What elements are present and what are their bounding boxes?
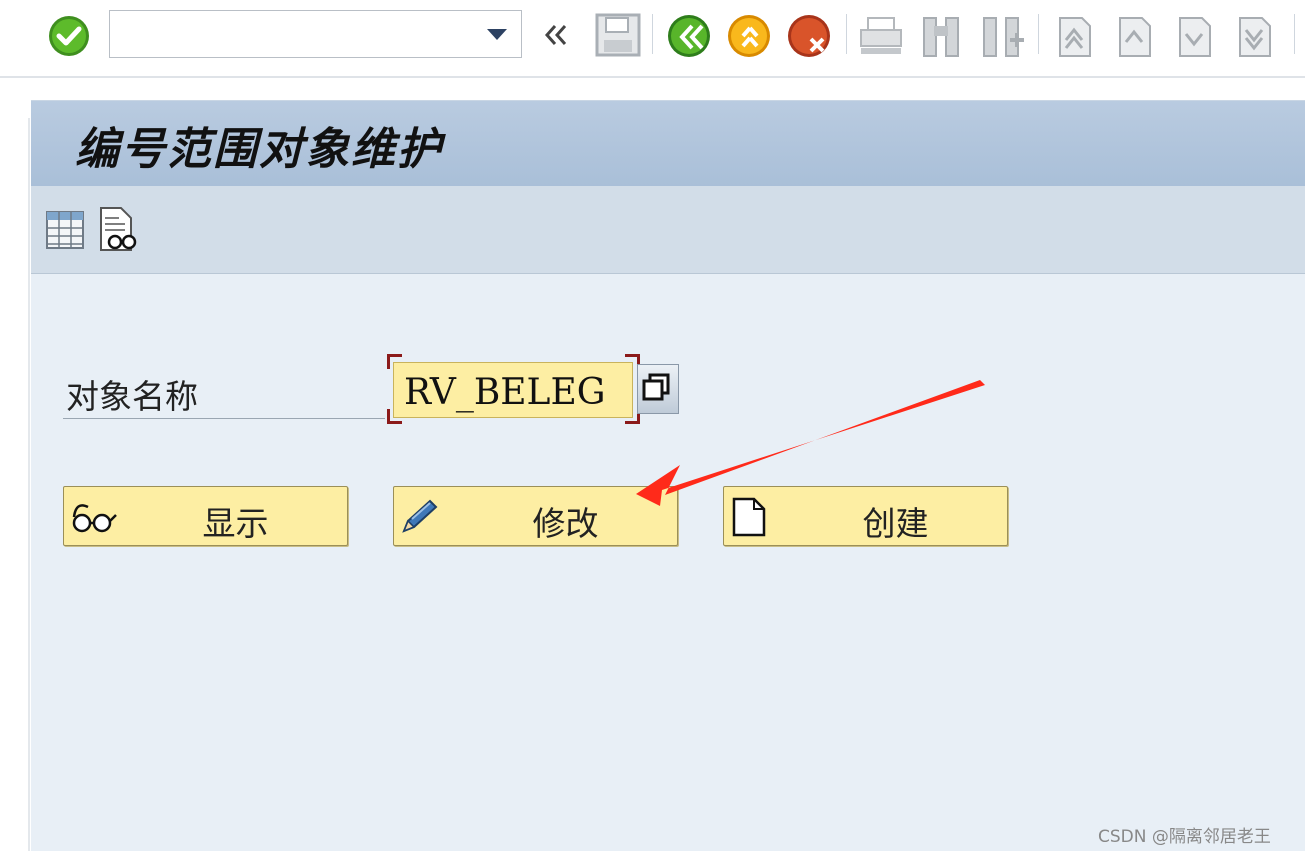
double-chevron-left-icon[interactable] (541, 20, 571, 54)
display-document-icon[interactable] (97, 206, 141, 256)
value-help-button[interactable] (637, 364, 679, 414)
create-button-label: 创建 (862, 504, 929, 543)
toolbar-separator (1294, 14, 1295, 54)
find-next-icon[interactable] (980, 14, 1026, 62)
object-name-field (387, 354, 640, 424)
command-input[interactable] (116, 17, 475, 53)
display-button-label: 显示 (202, 504, 269, 543)
object-name-label: 对象名称 (66, 377, 198, 416)
page-title: 编号范围对象维护 (75, 124, 443, 175)
create-button[interactable]: 创建 (723, 486, 1008, 546)
display-button[interactable]: 显示 (63, 486, 348, 546)
left-divider (28, 118, 30, 851)
table-icon[interactable] (45, 210, 85, 254)
system-toolbar (0, 0, 1305, 78)
application-toolbar (31, 186, 1305, 274)
change-button-label: 修改 (532, 504, 599, 543)
toolbar-separator (846, 14, 847, 54)
left-margin (0, 78, 28, 851)
first-page-icon[interactable] (1050, 14, 1096, 62)
copy-icon (642, 373, 670, 401)
content-area (31, 274, 1305, 851)
title-bar: 编号范围对象维护 (31, 100, 1305, 187)
save-icon[interactable] (594, 12, 642, 62)
enter-icon[interactable] (46, 14, 92, 62)
cancel-icon[interactable] (786, 12, 834, 64)
exit-icon[interactable] (726, 12, 774, 64)
label-underline (63, 418, 385, 419)
watermark: CSDN @隔离邻居老王 (1098, 827, 1271, 847)
back-icon[interactable] (666, 12, 714, 64)
command-field[interactable] (109, 10, 522, 58)
focus-bracket (387, 409, 402, 424)
last-page-icon[interactable] (1230, 14, 1276, 62)
next-page-icon[interactable] (1170, 14, 1216, 62)
prev-page-icon[interactable] (1110, 14, 1156, 62)
change-button[interactable]: 修改 (393, 486, 678, 546)
toolbar-separator (1038, 14, 1039, 54)
toolbar-separator (652, 14, 653, 54)
focus-bracket (387, 354, 402, 369)
find-icon[interactable] (920, 14, 962, 62)
print-icon[interactable] (858, 16, 904, 62)
chevron-down-icon[interactable] (487, 29, 507, 40)
object-name-input[interactable] (393, 362, 633, 418)
